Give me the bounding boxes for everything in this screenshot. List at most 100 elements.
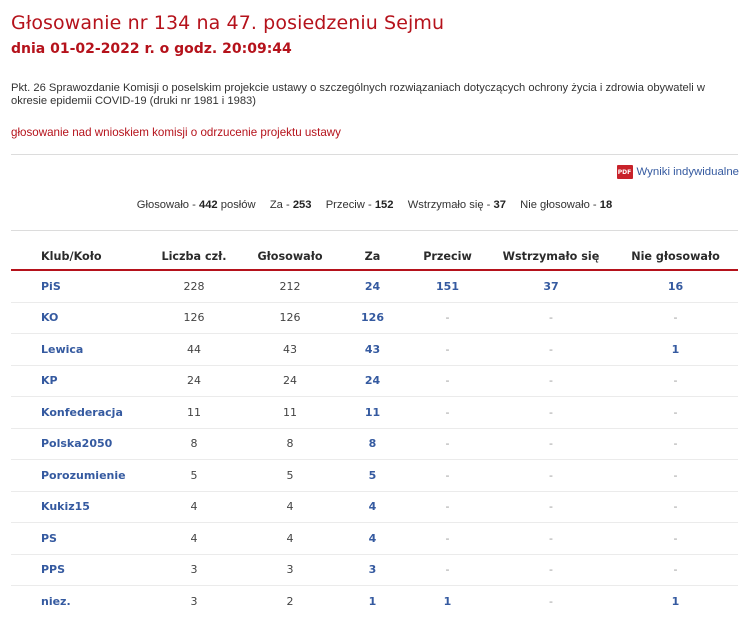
za-count: 4	[339, 491, 406, 523]
voted-value: 442	[198, 199, 218, 211]
club-name[interactable]: PiS	[11, 270, 147, 303]
individual-results-link[interactable]: PDF Wyniki indywidualne	[616, 165, 739, 179]
club-name[interactable]: PPS	[11, 554, 147, 586]
przeciw-count: 151	[406, 270, 489, 303]
table-row: niez. 3 2 1 1 - 1	[11, 586, 738, 617]
nie-glosowalo-count: -	[613, 522, 738, 555]
przeciw-count: -	[406, 491, 489, 523]
table-row: Polska2050 8 8 8- - -	[11, 428, 738, 460]
wstrzymalo-count: -	[489, 522, 613, 555]
table-header-row: Klub/Koło Liczba czł. Głosowało Za Przec…	[11, 244, 738, 271]
przeciw-value: 152	[374, 199, 394, 211]
za-count: 3	[339, 554, 406, 586]
club-name[interactable]: Kukiz15	[11, 491, 147, 523]
member-count: 5	[147, 459, 241, 492]
club-name[interactable]: niez.	[11, 586, 147, 617]
voted-count: 11	[241, 396, 339, 429]
column-header: Przeciw	[406, 244, 489, 271]
za-count: 24	[339, 270, 406, 303]
column-header: Wstrzymało się	[489, 244, 613, 271]
wstrzymalo-count: -	[489, 428, 613, 460]
agenda-item-description: Pkt. 26 Sprawozdanie Komisji o poselskim…	[11, 82, 705, 107]
przeciw-count: -	[406, 365, 489, 397]
table-row: PPS 3 3 3- - -	[11, 554, 738, 586]
nie-glosowalo-count: -	[613, 428, 738, 460]
club-name[interactable]: KP	[11, 365, 147, 397]
nie-glosowalo-count: -	[613, 365, 738, 397]
table-row: PiS 228 212 24 151 37 16	[11, 270, 738, 303]
nie-glosowalo-value: 18	[599, 199, 613, 211]
wstrzymalo-count: -	[489, 396, 613, 429]
za-value: 253	[292, 199, 312, 211]
za-count: 1	[368, 594, 377, 608]
za-count: 5	[339, 459, 406, 492]
voted-label: Głosowało -	[136, 199, 196, 211]
member-count: 44	[147, 333, 241, 366]
przeciw-label: Przeciw -	[325, 199, 372, 211]
divider	[11, 154, 738, 155]
voted-count: 212	[241, 270, 339, 303]
wstrzymalo-value: 37	[493, 199, 506, 211]
member-count: 3	[190, 594, 198, 608]
member-count: 3	[147, 554, 241, 586]
table-row: Porozumienie 5 5 5- - -	[11, 459, 738, 492]
member-count: 126	[147, 302, 241, 334]
table-row: Konfederacja 11 11 11- - -	[11, 396, 738, 429]
member-count: 228	[147, 270, 241, 303]
table-row: KO 126 126 126- - -	[11, 302, 738, 334]
nie-glosowalo-count: 16	[613, 270, 738, 303]
wstrzymalo-count: -	[489, 459, 613, 492]
wstrzymalo-count: -	[489, 491, 613, 523]
nie-glosowalo-count: -	[613, 396, 738, 429]
member-count: 4	[147, 491, 241, 523]
za-count: 43	[339, 333, 406, 366]
vote-summary: Głosowało - 442 posłów Za - 253 Przeciw …	[11, 199, 738, 211]
individual-results-label: Wyniki indywidualne	[636, 166, 739, 178]
przeciw-count: 1	[443, 594, 452, 608]
member-count: 8	[147, 428, 241, 460]
voted-unit: posłów	[220, 199, 256, 211]
column-header: Za	[339, 244, 406, 271]
nie-glosowalo-count: -	[613, 491, 738, 523]
voted-count: 43	[241, 333, 339, 366]
nie-glosowalo-count: 1	[613, 333, 738, 366]
przeciw-count: -	[406, 459, 489, 492]
nie-glosowalo-count: 1	[671, 594, 680, 608]
club-name[interactable]: KO	[11, 302, 147, 334]
member-count: 24	[147, 365, 241, 397]
divider	[11, 230, 738, 231]
przeciw-count: -	[406, 554, 489, 586]
nie-glosowalo-count: -	[613, 554, 738, 586]
column-header: Klub/Koło	[11, 244, 147, 271]
wstrzymalo-count: 37	[489, 270, 613, 303]
przeciw-count: -	[406, 428, 489, 460]
za-count: 11	[339, 396, 406, 429]
club-name[interactable]: Polska2050	[11, 428, 147, 460]
table-row: Kukiz15 4 4 4- - -	[11, 491, 738, 523]
club-name[interactable]: PS	[11, 522, 147, 555]
nie-glosowalo-label: Nie głosowało -	[520, 199, 597, 211]
table-row: Lewica 44 43 43- -1	[11, 333, 738, 366]
wstrzymalo-count: -	[489, 554, 613, 586]
club-name[interactable]: Konfederacja	[11, 396, 147, 429]
club-name[interactable]: Lewica	[11, 333, 147, 366]
vote-subject: głosowanie nad wnioskiem komisji o odrzu…	[11, 126, 341, 139]
table-row: KP 24 24 24- - -	[11, 365, 738, 397]
club-results-table: Klub/Koło Liczba czł. Głosowało Za Przec…	[11, 244, 738, 617]
vote-date: dnia 01-02-2022 r. o godz. 20:09:44	[11, 41, 292, 57]
club-name[interactable]: Porozumienie	[11, 459, 147, 492]
voted-count: 8	[241, 428, 339, 460]
nie-glosowalo-count: -	[613, 459, 738, 492]
voted-count: 3	[241, 554, 339, 586]
za-count: 4	[339, 522, 406, 555]
column-header: Nie głosowało	[613, 244, 738, 271]
za-label: Za -	[269, 199, 290, 211]
wstrzymalo-count: -	[489, 365, 613, 397]
voted-count: 24	[241, 365, 339, 397]
wstrzymalo-count: -	[549, 594, 553, 608]
voted-count: 126	[241, 302, 339, 334]
przeciw-count: -	[406, 333, 489, 366]
za-count: 8	[339, 428, 406, 460]
column-header: Głosowało	[241, 244, 339, 271]
column-header: Liczba czł.	[147, 244, 241, 271]
